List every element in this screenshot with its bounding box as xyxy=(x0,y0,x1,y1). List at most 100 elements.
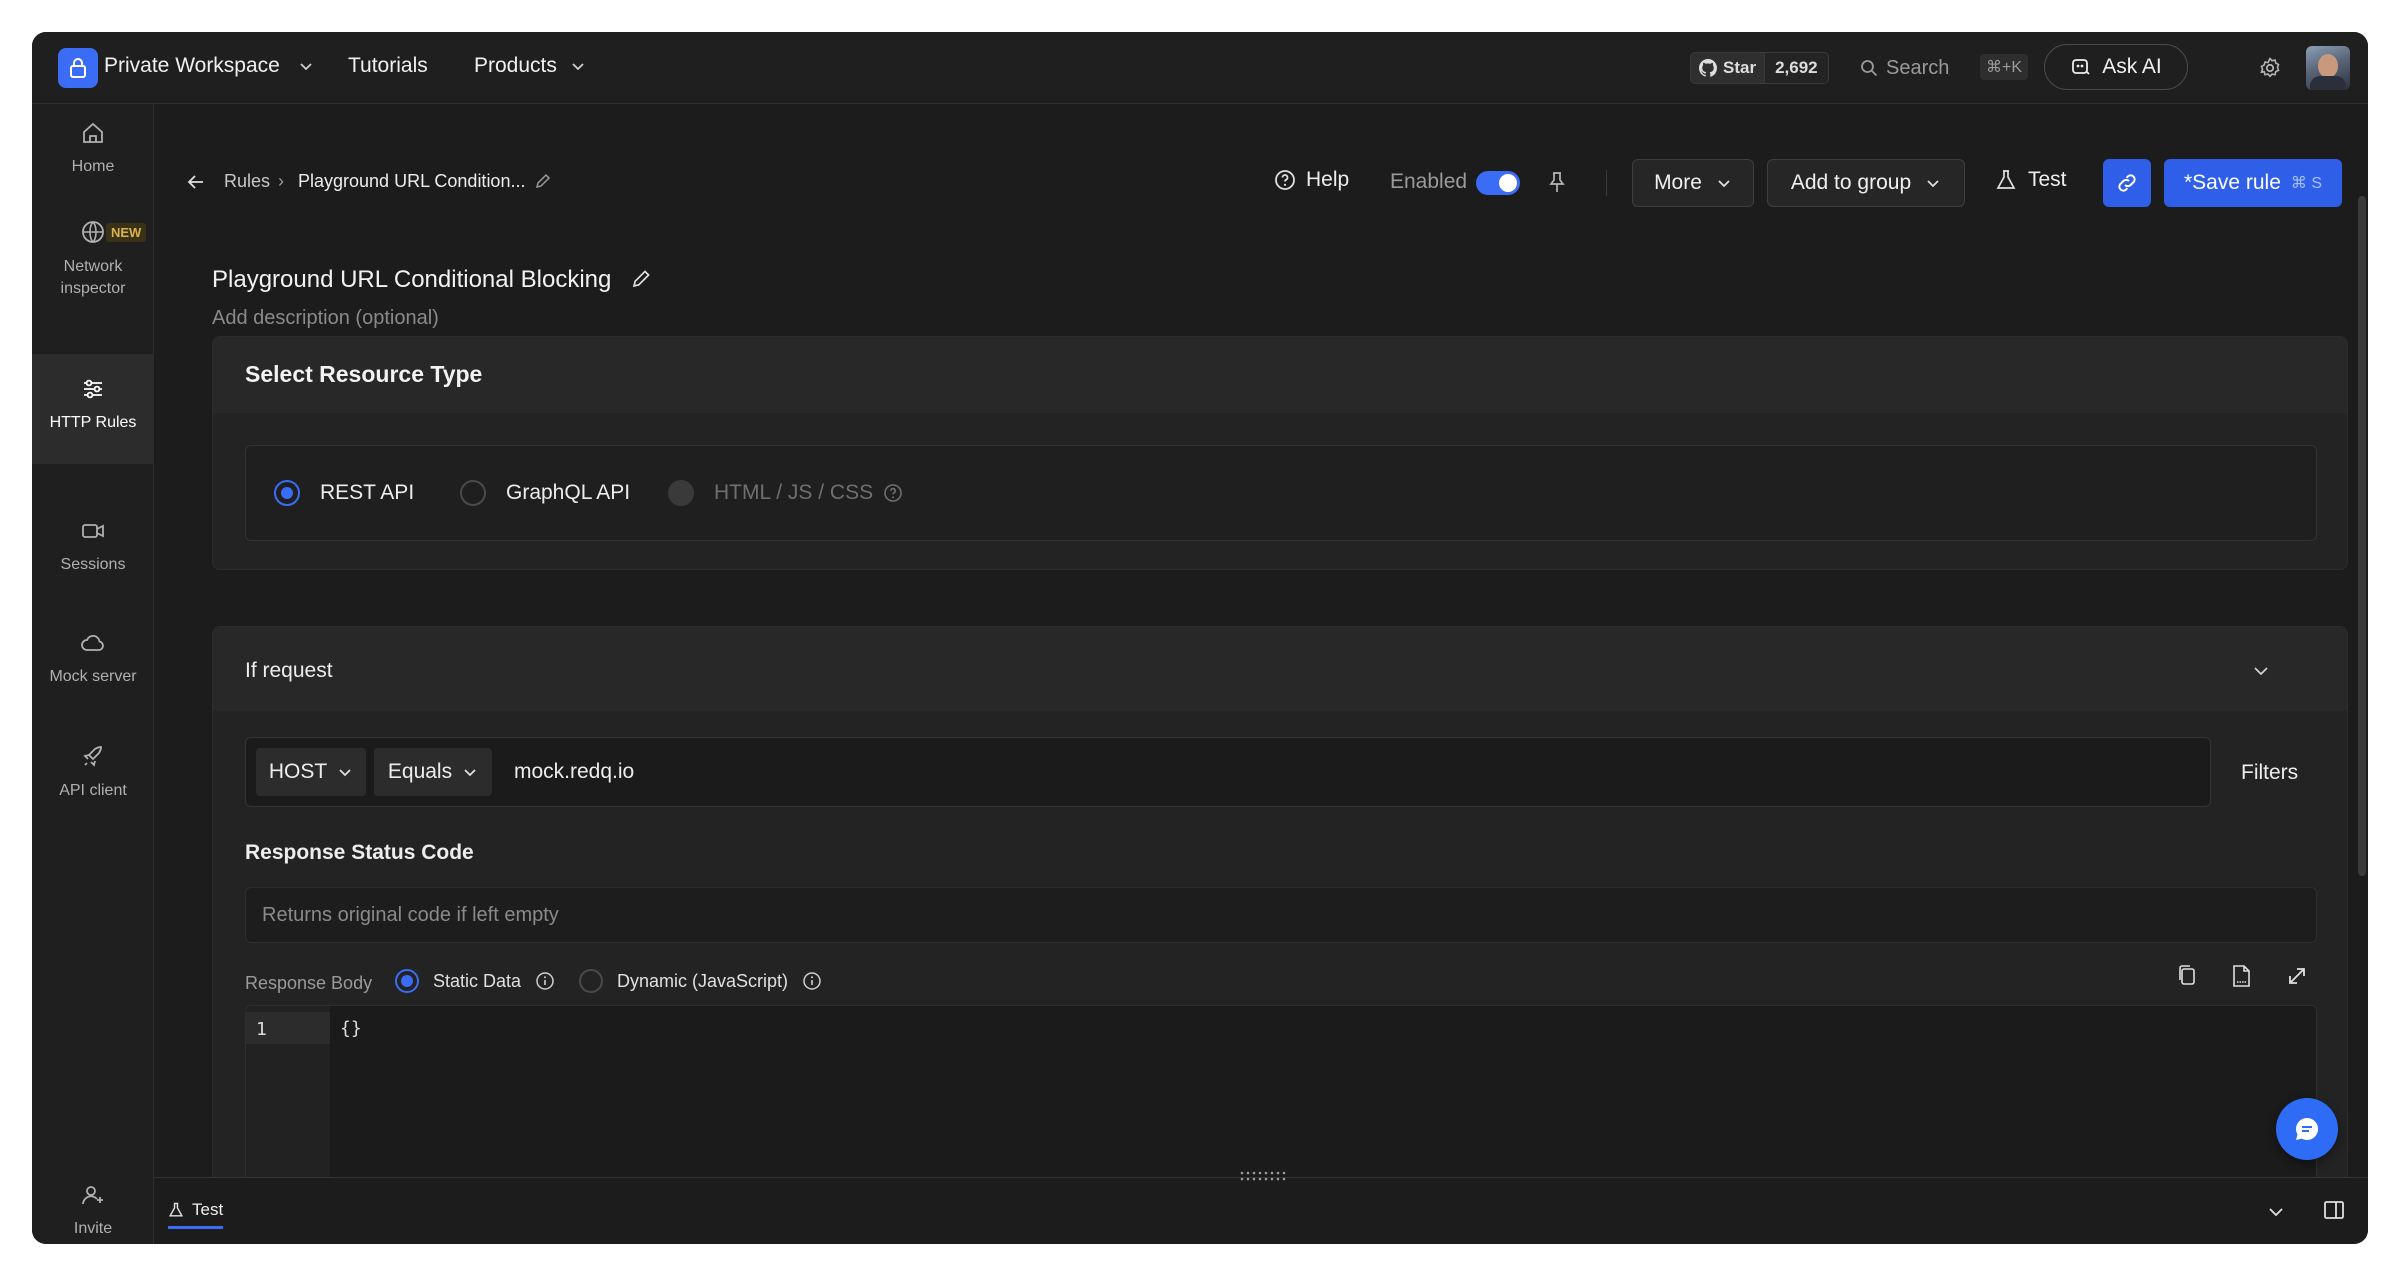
radio-html-js-css: HTML / JS / CSS xyxy=(668,480,903,506)
ai-assistant-icon xyxy=(2072,59,2090,75)
editor-code[interactable]: {} xyxy=(340,1018,362,1039)
sidebar-item-invite[interactable]: Invite xyxy=(32,1182,154,1244)
sidebar-item-sessions[interactable]: Sessions xyxy=(32,518,154,598)
pin-icon[interactable] xyxy=(1546,170,1568,194)
breadcrumb-rules[interactable]: Rules xyxy=(224,171,270,192)
search-label: Search xyxy=(1886,56,1950,79)
github-star-label: Star xyxy=(1723,58,1757,77)
if-request-card: If request HOST Equals mock.redq.io Filt… xyxy=(212,626,2348,1244)
operator-dropdown[interactable]: Equals xyxy=(374,748,492,796)
chevron-down-icon[interactable] xyxy=(298,58,314,74)
user-plus-icon xyxy=(82,1186,103,1205)
side-panel-toggle-icon[interactable] xyxy=(2322,1198,2346,1222)
search-button[interactable]: Search ⌘+K xyxy=(1860,50,2028,86)
add-to-group-button[interactable]: Add to group xyxy=(1767,159,1965,207)
help-button[interactable]: Help xyxy=(1274,168,1349,192)
radio-static-data[interactable]: Static Data xyxy=(395,969,555,993)
workspace-lock-icon[interactable] xyxy=(58,48,98,88)
radio-indicator xyxy=(395,969,419,993)
scrollbar-thumb[interactable] xyxy=(2358,196,2366,876)
response-body-label: Response Body xyxy=(245,973,373,993)
settings-gear-icon[interactable] xyxy=(2258,56,2282,80)
card-header[interactable]: If request xyxy=(213,627,2347,711)
key-value: HOST xyxy=(268,760,328,783)
add-to-group-label: Add to group xyxy=(1790,171,1912,194)
bottom-test-panel: Test xyxy=(154,1171,2368,1244)
line-number: 1 xyxy=(246,1012,330,1044)
chevron-down-icon[interactable] xyxy=(570,58,586,74)
chevron-down-icon[interactable] xyxy=(2251,661,2271,681)
help-circle-icon[interactable] xyxy=(883,483,903,503)
sidebar-item-network-inspector[interactable]: NEW Network inspector xyxy=(32,218,154,338)
filters-button[interactable]: Filters xyxy=(2241,761,2298,785)
chevron-down-icon xyxy=(1927,180,1939,188)
sidebar-item-home[interactable]: Home xyxy=(32,120,154,200)
user-avatar[interactable] xyxy=(2306,46,2350,90)
github-star[interactable]: Star xyxy=(1691,53,1765,83)
more-label: More xyxy=(1654,171,1702,194)
video-icon xyxy=(82,524,104,538)
enabled-label: Enabled xyxy=(1390,170,1468,193)
json-file-icon[interactable] xyxy=(2229,963,2253,989)
sidebar-item-api-client[interactable]: API client xyxy=(32,744,154,824)
home-icon xyxy=(83,122,103,143)
condition-bar: HOST Equals mock.redq.io xyxy=(245,737,2211,807)
sidebar-item-label: Invite xyxy=(73,1220,113,1237)
github-icon xyxy=(1699,59,1717,77)
radio-dynamic-javascript[interactable]: Dynamic (JavaScript) xyxy=(579,969,822,993)
app-window: Private Workspace Tutorials Products Sta… xyxy=(32,32,2368,1244)
flask-icon xyxy=(168,1202,184,1217)
info-icon[interactable] xyxy=(535,971,555,991)
radio-indicator xyxy=(460,480,486,506)
info-icon[interactable] xyxy=(802,971,822,991)
key-dropdown[interactable]: HOST xyxy=(256,748,366,796)
workspace-name[interactable]: Private Workspace xyxy=(104,54,280,78)
radio-label: HTML / JS / CSS xyxy=(714,481,874,504)
edit-pencil-icon[interactable] xyxy=(534,172,552,190)
sidebar-item-label: API client xyxy=(59,782,127,799)
tab-test[interactable]: Test xyxy=(168,1200,224,1229)
resize-handle[interactable] xyxy=(1238,1170,1286,1182)
rule-description-input[interactable]: Add description (optional) xyxy=(212,307,439,330)
github-star-count: 2,692 xyxy=(1764,53,1828,83)
more-button[interactable]: More xyxy=(1632,159,1754,207)
breadcrumb-separator: › xyxy=(278,171,284,191)
sidebar-item-mock-server[interactable]: Mock server xyxy=(32,630,154,710)
expand-icon[interactable] xyxy=(2285,963,2309,989)
share-link-button[interactable] xyxy=(2103,159,2151,207)
nav-tutorials[interactable]: Tutorials xyxy=(348,54,428,78)
github-star-button[interactable]: Star 2,692 xyxy=(1690,52,1829,84)
cloud-icon xyxy=(81,634,104,651)
search-icon xyxy=(1861,60,1878,77)
save-shortcut: ⌘ S xyxy=(2290,175,2322,192)
status-code-placeholder: Returns original code if left empty xyxy=(262,904,559,926)
resource-type-options: REST API GraphQL API HTML / JS / CSS xyxy=(245,445,2317,541)
back-arrow-icon[interactable] xyxy=(186,172,206,192)
test-button[interactable]: Test xyxy=(1996,168,2067,192)
rule-title[interactable]: Playground URL Conditional Blocking xyxy=(212,266,611,294)
chat-support-button[interactable] xyxy=(2276,1098,2338,1160)
copy-icon[interactable] xyxy=(2175,963,2199,989)
radio-indicator xyxy=(579,969,603,993)
sidebar-item-label: Home xyxy=(71,158,115,175)
sidebar-item-http-rules[interactable]: HTTP Rules xyxy=(32,354,154,464)
top-bar: Private Workspace Tutorials Products Sta… xyxy=(32,32,2368,104)
enabled-toggle[interactable] xyxy=(1476,171,1520,195)
test-label: Test xyxy=(2028,168,2067,191)
chevron-down-icon[interactable] xyxy=(2266,1202,2286,1222)
sidebar-item-label: Mock server xyxy=(49,668,137,685)
help-circle-icon xyxy=(1275,170,1295,190)
ask-ai-button[interactable]: Ask AI xyxy=(2044,44,2188,90)
radio-graphql-api[interactable]: GraphQL API xyxy=(460,480,630,506)
globe-icon xyxy=(82,221,104,243)
radio-label: GraphQL API xyxy=(506,481,631,504)
sidebar-item-label: Network inspector xyxy=(60,258,126,298)
tab-test-label: Test xyxy=(192,1200,224,1219)
radio-rest-api[interactable]: REST API xyxy=(274,480,414,506)
radio-indicator xyxy=(274,480,300,506)
save-rule-button[interactable]: *Save rule ⌘ S xyxy=(2164,159,2342,207)
edit-pencil-icon[interactable] xyxy=(630,268,652,290)
response-status-code-input[interactable]: Returns original code if left empty xyxy=(245,887,2317,943)
condition-value-input[interactable]: mock.redq.io xyxy=(514,760,634,784)
nav-products[interactable]: Products xyxy=(474,54,557,78)
